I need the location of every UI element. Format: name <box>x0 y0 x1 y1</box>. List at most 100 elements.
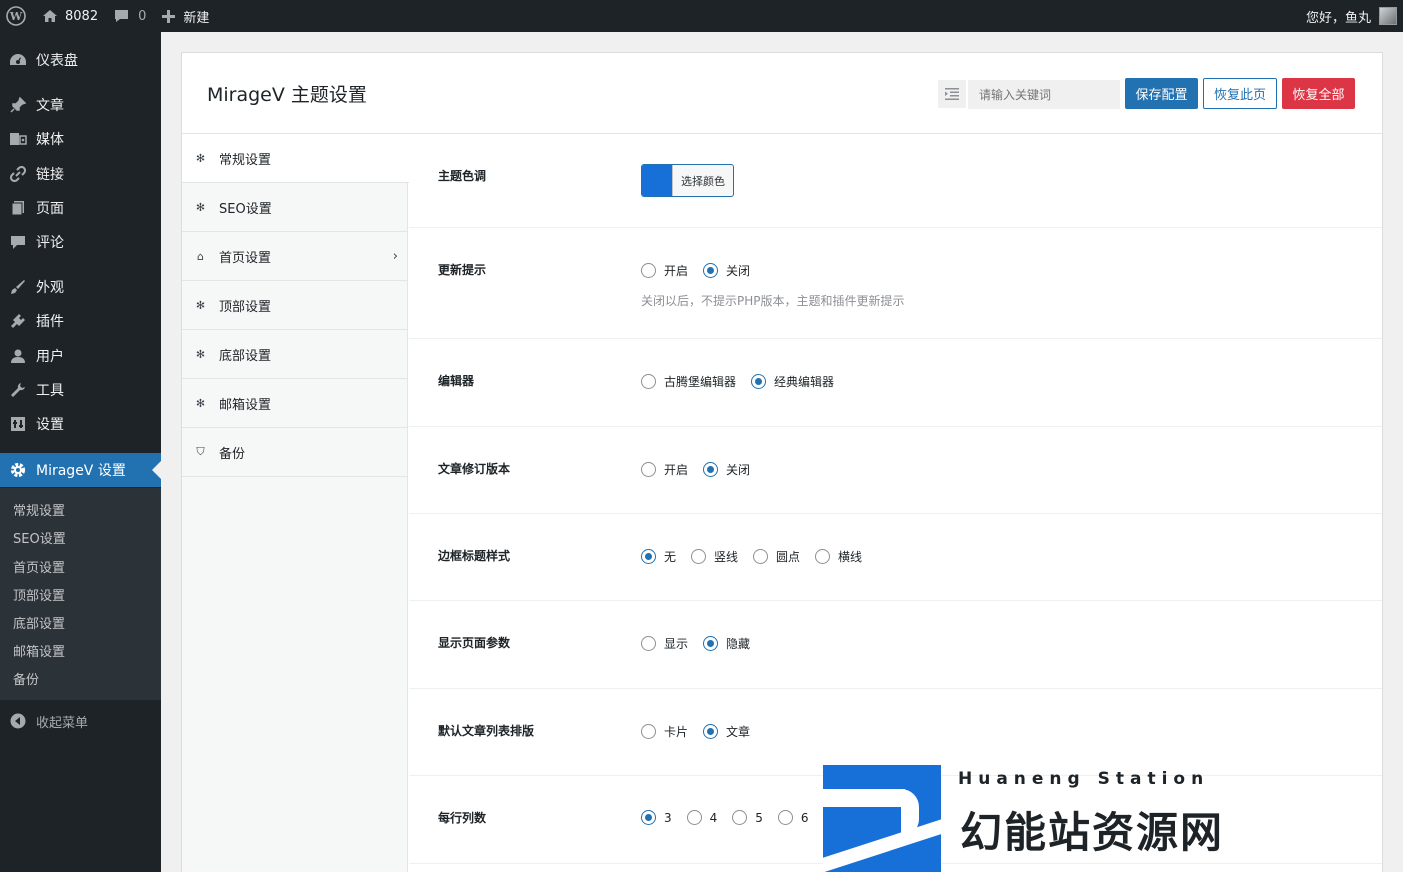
collapse-menu-button[interactable]: 收起菜单 <box>0 704 161 738</box>
radio-option[interactable]: 古腾堡编辑器 <box>641 373 736 390</box>
radio-option[interactable]: 开启 <box>641 262 688 279</box>
radio-option[interactable]: 横线 <box>815 548 862 565</box>
radio-button[interactable] <box>753 549 769 564</box>
radio-label: 圆点 <box>776 550 801 564</box>
panel-header: MirageV 主题设置 保存配置 恢复此页 恢复全部 <box>182 53 1382 134</box>
search-input[interactable] <box>968 80 1120 109</box>
wrench-icon <box>0 382 36 398</box>
radio-button[interactable] <box>641 636 656 651</box>
radio-option[interactable]: 卡片 <box>641 723 688 740</box>
plugin-icon <box>0 313 36 329</box>
restore-page-button[interactable]: 恢复此页 <box>1203 78 1277 109</box>
new-label: 新建 <box>183 10 210 26</box>
radio-label: 5 <box>755 810 763 825</box>
menu-item-dashboard[interactable]: 仪表盘 <box>0 43 161 77</box>
tab-seo[interactable]: ✻ SEO设置 <box>182 183 408 232</box>
site-name-link[interactable]: 8082 <box>34 0 106 32</box>
radio-option[interactable]: 经典编辑器 <box>751 373 834 390</box>
radio-button[interactable] <box>703 462 719 477</box>
gear-icon: ✻ <box>195 298 206 312</box>
menu-label: 工具 <box>36 383 64 399</box>
radio-button[interactable] <box>641 810 656 825</box>
radio-button[interactable] <box>641 724 656 739</box>
radio-button[interactable] <box>703 724 719 739</box>
radio-button[interactable] <box>641 549 656 564</box>
radio-option[interactable]: 显示 <box>641 635 688 652</box>
radio-button[interactable] <box>641 462 656 477</box>
field-label: 主题色调 <box>438 169 487 183</box>
radio-button[interactable] <box>777 810 793 825</box>
submenu-item-footer[interactable]: 底部设置 <box>13 613 65 632</box>
submenu-item-header[interactable]: 顶部设置 <box>13 585 65 604</box>
submenu-item-mail[interactable]: 邮箱设置 <box>13 641 65 660</box>
tab-home[interactable]: ⌂ 首页设置 › <box>182 232 408 281</box>
greeting[interactable]: 您好，鱼丸 <box>1306 7 1371 26</box>
tab-mail[interactable]: ✻ 邮箱设置 <box>182 379 408 428</box>
menu-item-miragev-settings[interactable]: MirageV 设置 <box>0 453 161 487</box>
radio-option[interactable]: 圆点 <box>753 548 800 565</box>
wordpress-logo-icon[interactable]: W <box>0 0 34 32</box>
radio-button[interactable] <box>686 810 702 825</box>
submenu-item-general[interactable]: 常规设置 <box>13 500 65 519</box>
menu-item-users[interactable]: 用户 <box>0 339 161 373</box>
radio-button[interactable] <box>732 810 748 825</box>
menu-item-plugins[interactable]: 插件 <box>0 304 161 338</box>
menu-item-tools[interactable]: 工具 <box>0 373 161 407</box>
radio-option[interactable]: 竖线 <box>691 548 738 565</box>
radio-option[interactable]: 5 <box>732 810 763 825</box>
columns-radio-group: 3 4 5 6 <box>641 810 824 825</box>
menu-item-media[interactable]: 媒体 <box>0 122 161 156</box>
radio-button[interactable] <box>641 374 656 389</box>
radio-option[interactable]: 关闭 <box>703 262 750 279</box>
revisions-radio-group: 开启 关闭 <box>641 461 765 478</box>
restore-all-button[interactable]: 恢复全部 <box>1282 78 1355 109</box>
radio-option[interactable]: 开启 <box>641 461 688 478</box>
radio-button[interactable] <box>691 549 707 564</box>
comments-link[interactable]: 0 <box>106 0 154 32</box>
submenu-item-home[interactable]: 首页设置 <box>13 557 65 576</box>
radio-button[interactable] <box>751 374 767 389</box>
submenu-item-backup[interactable]: 备份 <box>13 669 39 688</box>
radio-button[interactable] <box>703 636 719 651</box>
radio-label: 4 <box>709 810 718 825</box>
media-icon <box>0 131 36 147</box>
menu-label: 链接 <box>36 167 64 183</box>
submenu-item-seo[interactable]: SEO设置 <box>13 528 66 547</box>
menu-item-comments[interactable]: 评论 <box>0 225 161 259</box>
menu-item-settings[interactable]: 设置 <box>0 407 161 441</box>
menu-label: 媒体 <box>36 132 64 148</box>
radio-button[interactable] <box>641 263 656 278</box>
field-label: 编辑器 <box>438 374 475 388</box>
color-picker-button[interactable]: 选择颜色 <box>641 164 734 197</box>
tab-label: 首页设置 <box>219 250 272 266</box>
comment-icon <box>0 234 36 250</box>
radio-option[interactable]: 6 <box>777 810 809 825</box>
radio-option[interactable]: 文章 <box>703 723 750 740</box>
menu-item-posts[interactable]: 文章 <box>0 88 161 122</box>
collapse-icon <box>0 713 36 729</box>
radio-option[interactable]: 无 <box>641 548 676 565</box>
menu-item-pages[interactable]: 页面 <box>0 191 161 225</box>
tab-backup[interactable]: ⛉ 备份 <box>182 428 408 477</box>
radio-label: 竖线 <box>714 550 739 564</box>
home-icon: ⌂ <box>197 249 204 263</box>
avatar[interactable] <box>1379 7 1397 25</box>
radio-button[interactable] <box>703 263 719 278</box>
menu-label: MirageV 设置 <box>36 463 126 479</box>
radio-button[interactable] <box>815 549 831 564</box>
radio-option[interactable]: 隐藏 <box>703 635 750 652</box>
radio-option[interactable]: 关闭 <box>703 461 750 478</box>
pin-icon <box>0 97 36 113</box>
menu-item-appearance[interactable]: 外观 <box>0 270 161 304</box>
tab-footer[interactable]: ✻ 底部设置 <box>182 330 408 379</box>
expand-all-icon[interactable] <box>938 80 966 108</box>
tab-header[interactable]: ✻ 顶部设置 <box>182 281 408 330</box>
new-content-link[interactable]: 新建 <box>154 0 217 32</box>
menu-item-links[interactable]: 链接 <box>0 157 161 191</box>
page-title: MirageV 主题设置 <box>207 84 367 106</box>
tab-general[interactable]: ✻ 常规设置 <box>182 134 409 183</box>
radio-option[interactable]: 4 <box>686 810 718 825</box>
gear-icon: ✻ <box>195 396 206 410</box>
radio-option[interactable]: 3 <box>641 810 672 825</box>
save-button[interactable]: 保存配置 <box>1125 78 1198 109</box>
